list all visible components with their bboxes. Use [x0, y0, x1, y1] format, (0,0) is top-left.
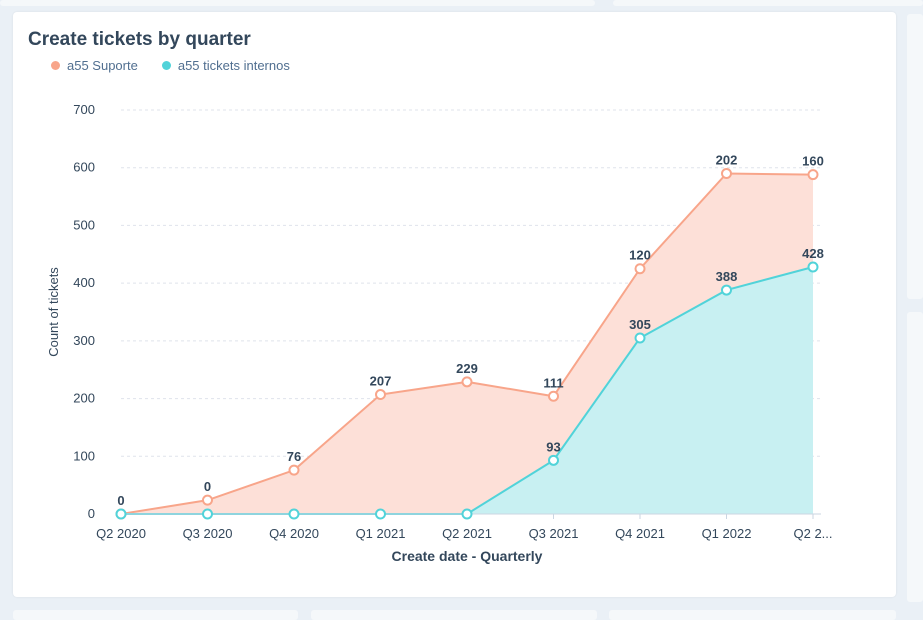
- background-card-bottom-1: [13, 610, 298, 620]
- point-a55-suporte: [288, 464, 300, 476]
- point-a55-tickets-internos: [115, 508, 127, 520]
- point-a55-suporte: [721, 167, 732, 179]
- point-a55-suporte: [634, 263, 646, 275]
- data-label-a55-suporte: 160: [802, 154, 824, 169]
- point-a55-tickets-internos: [807, 261, 819, 273]
- point-a55-tickets-internos: [202, 508, 213, 520]
- data-label-a55-tickets-internos: 305: [629, 317, 651, 332]
- data-label-a55-suporte: 229: [456, 361, 478, 376]
- point-a55-suporte: [807, 169, 819, 181]
- data-label-a55-suporte: 0: [204, 479, 211, 494]
- x-tick-label: Q4 2020: [269, 526, 319, 541]
- point-a55-suporte: [461, 376, 473, 388]
- x-tick-label: Q2 2021: [442, 526, 492, 541]
- y-axis-title: Count of tickets: [46, 267, 61, 357]
- background-card-bottom-2: [311, 610, 597, 620]
- y-tick-label: 300: [73, 333, 95, 348]
- data-label-a55-tickets-internos: 428: [802, 246, 824, 261]
- x-tick-label: Q1 2022: [702, 526, 752, 541]
- x-tick-label: Q2 2...: [793, 526, 832, 541]
- point-a55-tickets-internos: [375, 508, 386, 520]
- data-label-a55-suporte: 0: [117, 493, 124, 508]
- x-tick-label: Q3 2021: [529, 526, 579, 541]
- point-a55-suporte: [548, 390, 559, 402]
- point-a55-tickets-internos: [634, 332, 646, 344]
- point-a55-tickets-internos: [548, 454, 559, 466]
- y-tick-label: 100: [73, 448, 95, 463]
- x-tick-label: Q2 2020: [96, 526, 146, 541]
- y-tick-label: 500: [73, 217, 95, 232]
- y-tick-label: 400: [73, 275, 95, 290]
- data-label-a55-suporte: 120: [629, 248, 651, 263]
- data-label-a55-suporte: 76: [287, 449, 301, 464]
- data-label-a55-suporte: 202: [716, 152, 738, 167]
- point-a55-suporte: [202, 494, 213, 506]
- background-card-top-right: [613, 0, 923, 6]
- y-tick-label: 700: [73, 102, 95, 117]
- y-tick-label: 0: [88, 506, 95, 521]
- data-label-a55-suporte: 111: [543, 375, 563, 390]
- data-label-a55-tickets-internos: 93: [546, 439, 560, 454]
- background-card-bottom-3: [609, 610, 896, 620]
- y-tick-label: 200: [73, 391, 95, 406]
- point-a55-tickets-internos: [461, 508, 473, 520]
- y-tick-label: 600: [73, 160, 95, 175]
- area-chart: 0 100 200 300 400 500 600 700 Q2 2020 Q3 2020 Q4 2…: [46, 102, 833, 564]
- x-tick-label: Q3 2020: [183, 526, 233, 541]
- x-tick-label: Q4 2021: [615, 526, 665, 541]
- point-a55-tickets-internos: [288, 508, 300, 520]
- x-axis-title: Create date - Quarterly: [392, 548, 543, 564]
- data-label-a55-suporte: 207: [370, 374, 392, 389]
- point-a55-suporte: [375, 389, 386, 401]
- chart-card: Create tickets by quarter a55 Suporte a5…: [13, 12, 896, 597]
- background-card-top-left: [0, 0, 595, 6]
- background-card-right-2: [907, 312, 923, 602]
- x-tick-label: Q1 2021: [356, 526, 406, 541]
- data-label-a55-tickets-internos: 388: [716, 269, 738, 284]
- point-a55-tickets-internos: [721, 284, 732, 296]
- background-card-right-1: [907, 14, 923, 299]
